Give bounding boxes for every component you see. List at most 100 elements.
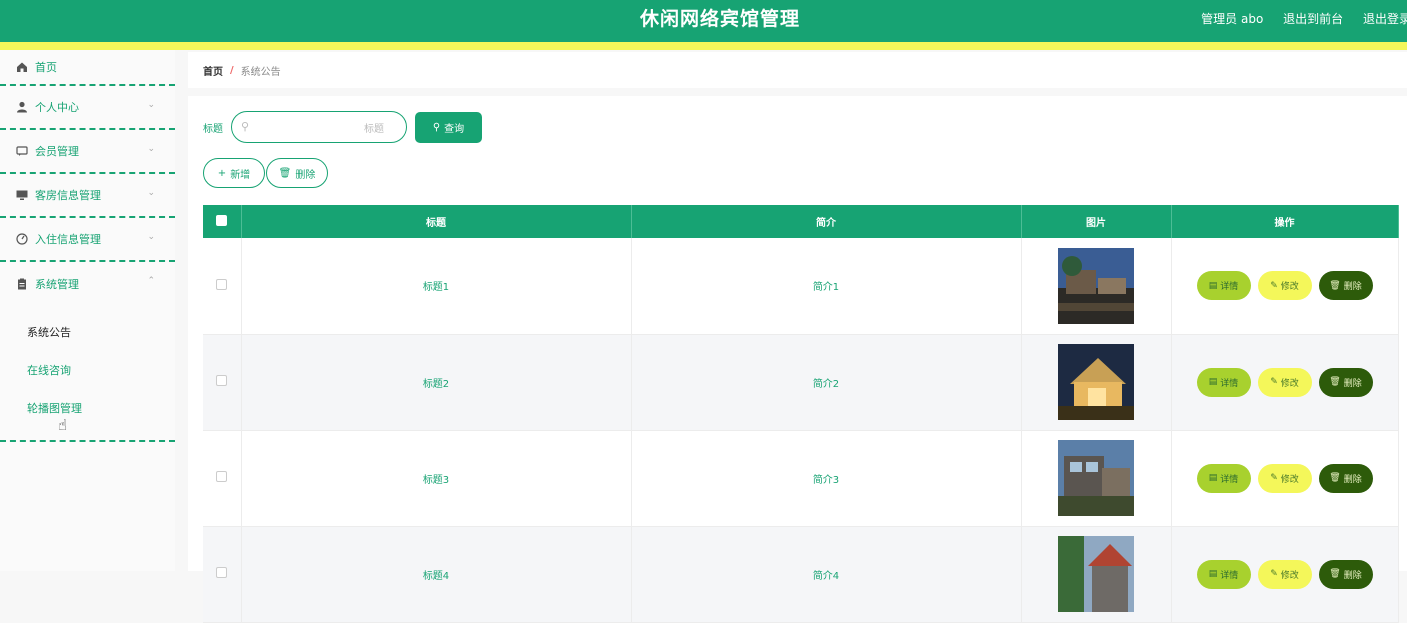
breadcrumb: 首页 / 系统公告 <box>188 52 1407 88</box>
row-title: 标题1 <box>241 238 632 335</box>
row-checkbox[interactable] <box>216 471 228 482</box>
detail-button[interactable]: ▤ 详情 <box>1196 463 1251 493</box>
row-intro: 简介2 <box>631 334 1022 431</box>
edit-button[interactable]: ✎ 修改 <box>1257 463 1312 493</box>
user-icon <box>16 101 28 113</box>
row-actions: ▤ 详情 ✎ 修改 🗑 删除 <box>1172 463 1398 493</box>
sidebar-item-label: 个人中心 <box>35 101 79 114</box>
delete-button[interactable]: 🗑 删除 <box>1318 559 1373 589</box>
select-all-cell <box>203 205 242 238</box>
row-intro: 简介1 <box>631 238 1022 335</box>
breadcrumb-home[interactable]: 首页 <box>203 63 223 78</box>
chevron-down-icon: ⌄ <box>147 188 155 198</box>
submenu-item-online-consult[interactable]: 在线咨询 <box>0 352 175 390</box>
batch-delete-button[interactable]: 🗑 删除 <box>266 158 328 188</box>
table-row: 标题1 简介1 ▤ 详情 ✎ 修改 🗑 删除 <box>203 238 1399 335</box>
pencil-icon: ✎ <box>1270 280 1278 291</box>
select-all-checkbox[interactable] <box>216 214 228 226</box>
column-header-title: 标题 <box>241 205 632 238</box>
action-toolbar: + 新增 🗑 删除 <box>203 158 328 188</box>
table-row: 标题2 简介2 ▤ 详情 ✎ 修改 🗑 删除 <box>203 334 1399 431</box>
sidebar-item-label: 入住信息管理 <box>35 233 101 246</box>
sidebar-item-label: 首页 <box>35 61 57 74</box>
detail-label: 详情 <box>1220 282 1239 293</box>
row-checkbox[interactable] <box>216 278 228 290</box>
sidebar-item-checkin-info[interactable]: 入住信息管理 ⌄ <box>0 218 175 262</box>
pencil-icon: ✎ <box>1270 377 1278 387</box>
sidebar-item-member-management[interactable]: 会员管理 ⌄ <box>0 130 175 174</box>
row-title: 标题4 <box>241 526 632 623</box>
breadcrumb-current: 系统公告 <box>240 66 281 78</box>
monitor-icon <box>16 189 28 201</box>
chevron-up-icon: ⌃ <box>147 276 155 286</box>
delete-button[interactable]: 🗑 删除 <box>1318 271 1373 301</box>
hand-cursor-icon: ☝ <box>58 416 68 434</box>
row-actions: ▤ 详情 ✎ 修改 🗑 删除 <box>1172 559 1398 589</box>
header-user-area: 管理员 abo 退出到前台 退出登录 <box>1185 10 1407 27</box>
delete-label: 删除 <box>1343 378 1362 389</box>
doc-icon: ▤ <box>1208 473 1218 483</box>
sidebar: 首页 个人中心 ⌄ 会员管理 ⌄ 客房信息管理 ⌄ 入住信息管理 ⌄ 系统管理 … <box>0 50 175 571</box>
announcement-table: 标题 简介 图片 操作 标题1 简介1 ▤ 详情 ✎ 修改 🗑 删除 标题2 简… <box>203 205 1399 623</box>
edit-button[interactable]: ✎ 修改 <box>1257 559 1312 589</box>
row-title: 标题2 <box>241 334 632 431</box>
clipboard-icon <box>16 278 28 290</box>
detail-button[interactable]: ▤ 详情 <box>1196 271 1251 301</box>
table-header-row: 标题 简介 图片 操作 <box>203 205 1399 238</box>
sidebar-item-personal-center[interactable]: 个人中心 ⌄ <box>0 86 175 130</box>
top-header: 休闲网络宾馆管理 管理员 abo 退出到前台 退出登录 <box>0 0 1407 50</box>
back-to-front-link[interactable]: 退出到前台 <box>1283 12 1343 26</box>
sidebar-item-home[interactable]: 首页 <box>0 50 175 86</box>
chevron-down-icon: ⌄ <box>147 100 155 110</box>
row-actions: ▤ 详情 ✎ 修改 🗑 删除 <box>1172 271 1398 301</box>
sidebar-item-system-management[interactable]: 系统管理 ⌃ <box>0 262 175 306</box>
delete-button-label: 删除 <box>295 169 316 181</box>
edit-button[interactable]: ✎ 修改 <box>1257 367 1312 397</box>
submenu-item-announcement[interactable]: 系统公告 <box>0 314 175 352</box>
chevron-down-icon: ⌄ <box>147 232 155 242</box>
search-icon: ⚲ <box>241 120 250 133</box>
delete-label: 删除 <box>1343 570 1362 581</box>
column-header-actions: 操作 <box>1171 205 1399 238</box>
delete-button[interactable]: 🗑 删除 <box>1318 463 1373 493</box>
gauge-icon <box>16 233 28 245</box>
detail-button[interactable]: ▤ 详情 <box>1196 559 1251 589</box>
sidebar-item-label: 客房信息管理 <box>35 189 101 202</box>
detail-label: 详情 <box>1220 570 1239 581</box>
hotel-photo[interactable] <box>1058 344 1134 420</box>
system-submenu: 系统公告 在线咨询 轮播图管理 <box>0 306 175 442</box>
row-checkbox[interactable] <box>216 567 228 578</box>
hotel-photo[interactable] <box>1058 440 1134 516</box>
search-icon: ⚲ <box>432 121 441 133</box>
doc-icon: ▤ <box>1208 280 1218 291</box>
query-button[interactable]: ⚲ 查询 <box>415 111 482 143</box>
chevron-down-icon: ⌄ <box>147 144 155 154</box>
row-checkbox[interactable] <box>216 375 228 386</box>
detail-button[interactable]: ▤ 详情 <box>1196 367 1251 397</box>
search-input[interactable]: ⚲ 标题 <box>231 111 407 143</box>
hotel-photo[interactable] <box>1058 536 1134 612</box>
logout-link[interactable]: 退出登录 <box>1363 12 1407 26</box>
header-accent-strip <box>0 42 1407 50</box>
row-title: 标题3 <box>241 430 632 527</box>
edit-label: 修改 <box>1280 282 1299 293</box>
add-button-label: 新增 <box>230 169 251 181</box>
hotel-photo[interactable] <box>1058 247 1134 324</box>
delete-button[interactable]: 🗑 删除 <box>1318 367 1373 397</box>
edit-label: 修改 <box>1280 570 1299 581</box>
edit-button[interactable]: ✎ 修改 <box>1257 271 1312 301</box>
submenu-item-carousel[interactable]: 轮播图管理 <box>0 390 175 428</box>
search-label: 标题 <box>203 123 223 135</box>
table-row: 标题3 简介3 ▤ 详情 ✎ 修改 🗑 删除 <box>203 430 1399 527</box>
chat-icon <box>16 145 28 157</box>
query-button-label: 查询 <box>444 123 465 135</box>
trash-icon: 🗑 <box>1329 280 1341 291</box>
trash-icon: 🗑 <box>278 167 292 179</box>
doc-icon: ▤ <box>1208 377 1218 387</box>
sidebar-item-room-info[interactable]: 客房信息管理 ⌄ <box>0 174 175 218</box>
detail-label: 详情 <box>1220 474 1239 485</box>
column-header-intro: 简介 <box>631 205 1022 238</box>
delete-label: 删除 <box>1343 474 1362 485</box>
add-button[interactable]: + 新增 <box>203 158 265 188</box>
sidebar-item-label: 系统管理 <box>35 278 79 291</box>
